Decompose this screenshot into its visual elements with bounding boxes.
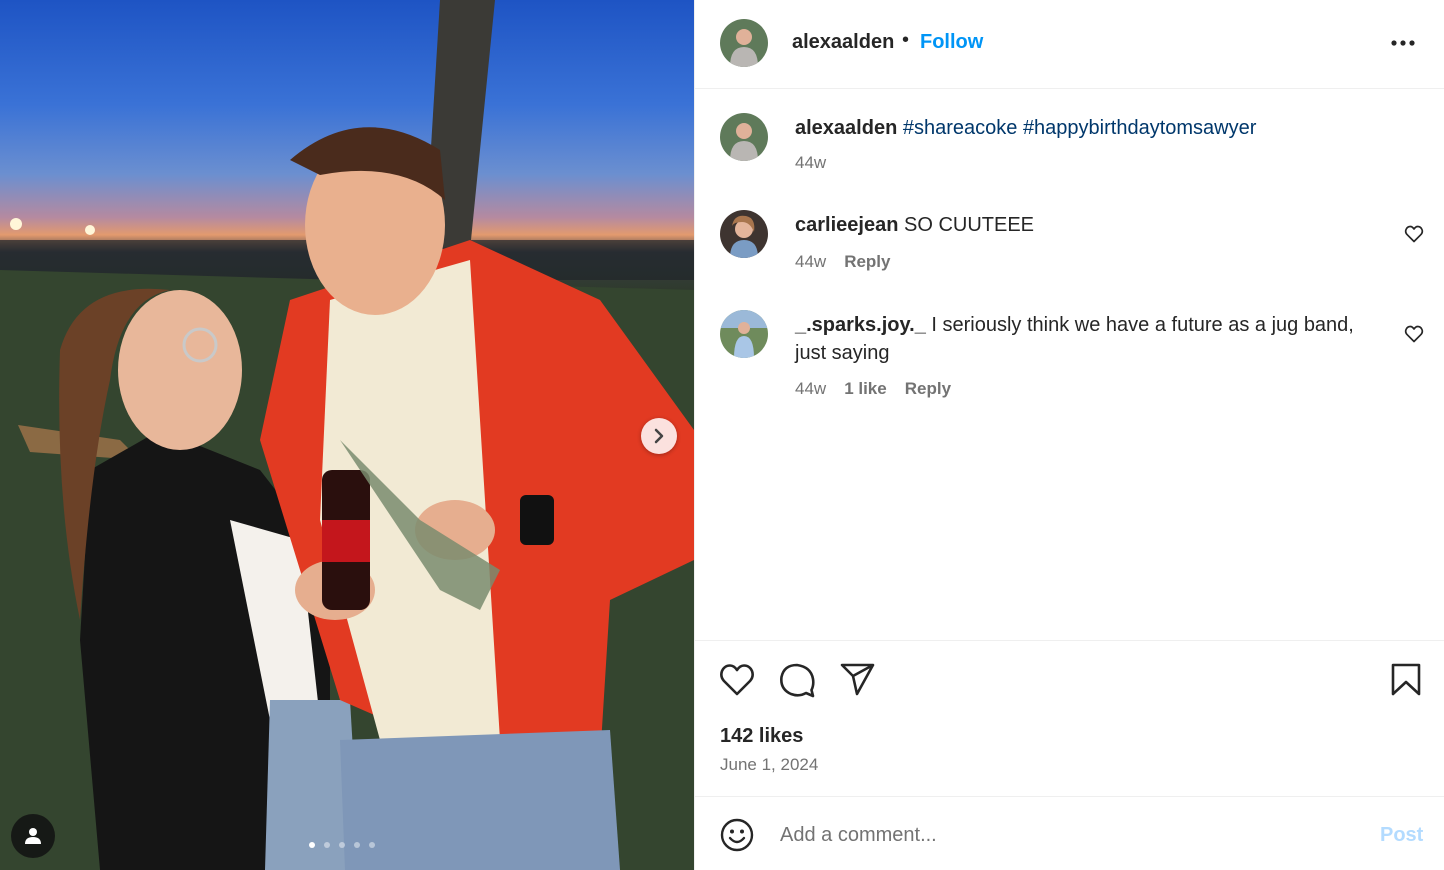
- comment-item: carlieejean SO CUUTEEE 44w Reply: [695, 210, 1444, 290]
- like-icon[interactable]: [719, 663, 755, 697]
- more-options-icon[interactable]: [1389, 33, 1417, 53]
- post-sidebar: alexaalden • Follow alexaalden #shareaco…: [694, 0, 1444, 870]
- carousel-dot: [324, 842, 330, 848]
- comment-time[interactable]: 44w: [795, 379, 826, 399]
- comment-like-icon[interactable]: [1404, 324, 1424, 344]
- caption-text: alexaalden #shareacoke #happybirthdaytom…: [795, 114, 1365, 142]
- avatar-image: [720, 19, 768, 67]
- header-username[interactable]: alexaalden: [792, 31, 894, 54]
- comments-list: alexaalden #shareacoke #happybirthdaytom…: [695, 89, 1444, 640]
- separator-dot: •: [902, 29, 910, 51]
- avatar-image: [720, 310, 768, 358]
- post-photo: [0, 0, 694, 870]
- tagged-users-button[interactable]: [11, 814, 55, 858]
- emoji-icon[interactable]: [720, 818, 754, 852]
- avatar[interactable]: [720, 19, 768, 67]
- carousel-dot: [339, 842, 345, 848]
- comment-text: _.sparks.joy._ I seriously think we have…: [795, 311, 1365, 367]
- post-image[interactable]: [0, 0, 694, 870]
- follow-button[interactable]: Follow: [920, 31, 983, 54]
- post-actions: 142 likes June 1, 2024: [695, 640, 1444, 796]
- share-icon[interactable]: [840, 663, 876, 697]
- bookmark-icon[interactable]: [1390, 663, 1422, 697]
- comment-time[interactable]: 44w: [795, 252, 826, 272]
- post-date[interactable]: June 1, 2024: [720, 755, 818, 775]
- avatar-image: [720, 210, 768, 258]
- post-header: alexaalden • Follow: [695, 0, 1444, 89]
- comment-likes-count[interactable]: 1 like: [844, 379, 887, 399]
- user-tag-icon: [25, 828, 41, 844]
- comment-meta: 44w: [795, 153, 826, 173]
- comment-item: _.sparks.joy._ I seriously think we have…: [695, 310, 1444, 410]
- comment-username[interactable]: _.sparks.joy._: [795, 314, 926, 336]
- comment-icon[interactable]: [779, 662, 815, 698]
- avatar[interactable]: [720, 210, 768, 258]
- comment-username[interactable]: carlieejean: [795, 214, 898, 236]
- comment-body: SO CUUTEEE: [903, 214, 1035, 236]
- chevron-right-icon: [654, 428, 664, 444]
- carousel-dot: [369, 842, 375, 848]
- comment-input[interactable]: [780, 819, 1340, 851]
- add-comment-bar: Post: [695, 796, 1444, 870]
- avatar[interactable]: [720, 310, 768, 358]
- likes-count[interactable]: 142 likes: [720, 725, 803, 748]
- caption-hashtags[interactable]: #shareacoke #happybirthdaytomsawyer: [903, 117, 1257, 139]
- carousel-indicator: [309, 842, 375, 848]
- comment-time[interactable]: 44w: [795, 153, 826, 173]
- carousel-dot: [354, 842, 360, 848]
- comment-meta: 44w Reply: [795, 252, 890, 272]
- comment-like-icon[interactable]: [1404, 224, 1424, 244]
- comment-text: carlieejean SO CUUTEEE: [795, 211, 1365, 239]
- avatar-image: [720, 113, 768, 161]
- carousel-next-button[interactable]: [641, 418, 677, 454]
- avatar[interactable]: [720, 113, 768, 161]
- reply-button[interactable]: Reply: [905, 379, 951, 399]
- comment-meta: 44w 1 like Reply: [795, 379, 951, 399]
- caption: alexaalden #shareacoke #happybirthdaytom…: [695, 113, 1444, 193]
- reply-button[interactable]: Reply: [844, 252, 890, 272]
- carousel-dot: [309, 842, 315, 848]
- comment-username[interactable]: alexaalden: [795, 117, 897, 139]
- post-comment-button[interactable]: Post: [1380, 824, 1423, 847]
